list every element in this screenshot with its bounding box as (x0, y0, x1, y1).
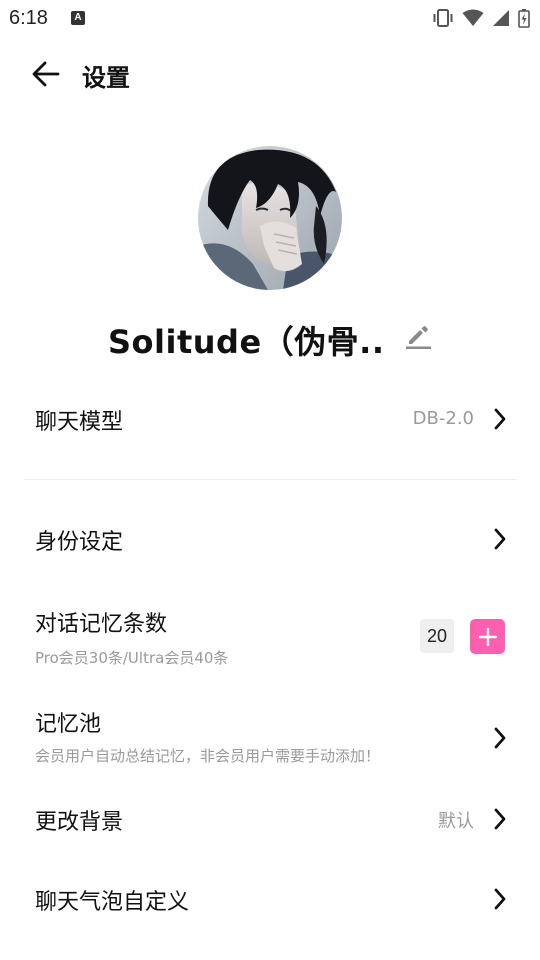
status-bar: 6:18 A (0, 0, 540, 36)
notification-a-icon: A (71, 11, 85, 25)
app-header: 设置 (0, 50, 540, 96)
chat-model-label: 聊天模型 (35, 410, 124, 435)
status-time: 6:18 (9, 7, 48, 29)
avatar-image (198, 146, 342, 290)
identity-row[interactable]: 身份设定 (0, 510, 540, 570)
back-button[interactable] (28, 56, 64, 92)
chat-bubble-row[interactable]: 聊天气泡自定义 (0, 870, 540, 930)
edit-name-button[interactable] (402, 320, 434, 352)
memory-pool-subtitle: 会员用户自动总结记忆，非会员用户需要手动添加！ (35, 747, 381, 765)
memory-pool-row[interactable]: 记忆池 会员用户自动总结记忆，非会员用户需要手动添加！ (0, 700, 540, 776)
profile-name: Solitude（伪骨.. (108, 323, 385, 361)
battery-charging-icon (518, 9, 530, 28)
background-label: 更改背景 (35, 810, 124, 835)
chevron-right-icon (494, 808, 506, 830)
avatar[interactable] (198, 146, 342, 290)
page-title: 设置 (82, 64, 130, 92)
memory-count-value: 20 (420, 619, 454, 653)
divider (24, 479, 516, 480)
signal-icon (493, 10, 509, 26)
chevron-right-icon (494, 727, 506, 749)
chat-bubble-label: 聊天气泡自定义 (35, 890, 190, 915)
background-row[interactable]: 更改背景 默认 (0, 790, 540, 850)
chat-model-value: DB-2.0 (412, 408, 474, 429)
profile-name-row: Solitude（伪骨.. (0, 314, 540, 362)
arrow-left-icon (32, 61, 60, 87)
background-value: 默认 (438, 811, 474, 832)
memory-count-row: 对话记忆条数 Pro会员30条/Ultra会员40条 (0, 600, 540, 676)
pencil-icon (406, 326, 431, 349)
identity-label: 身份设定 (35, 530, 124, 555)
wifi-icon (462, 9, 484, 26)
vibrate-icon (433, 9, 453, 27)
chevron-right-icon (494, 528, 506, 550)
plus-icon (478, 627, 497, 646)
memory-count-label: 对话记忆条数 (35, 612, 168, 637)
chevron-right-icon (494, 408, 506, 430)
chevron-right-icon (494, 888, 506, 910)
status-icons (432, 7, 530, 29)
memory-pool-label: 记忆池 (35, 712, 102, 737)
chat-model-row[interactable]: 聊天模型 DB-2.0 (0, 390, 540, 450)
increase-memory-button[interactable] (470, 619, 505, 654)
memory-count-subtitle: Pro会员30条/Ultra会员40条 (35, 649, 229, 667)
